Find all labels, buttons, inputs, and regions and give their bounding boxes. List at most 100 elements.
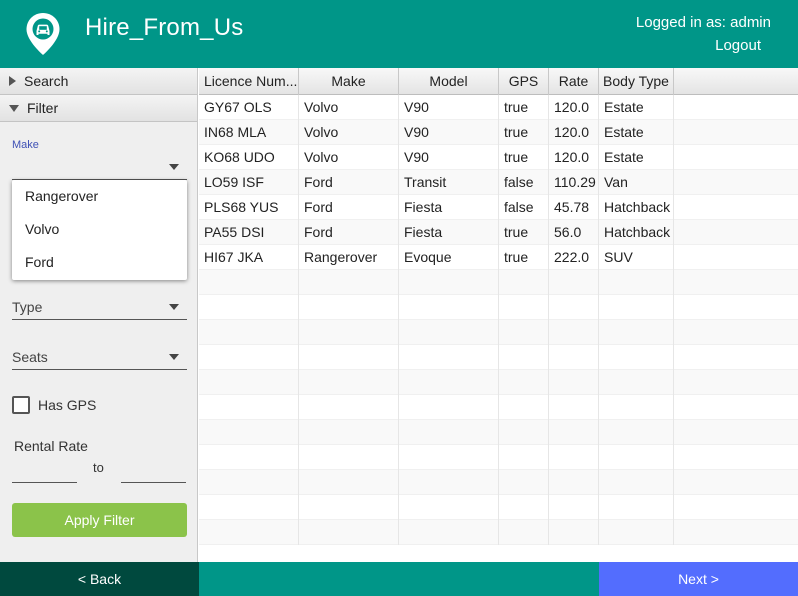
table-row[interactable]: GY67 OLS Volvo V90 true 120.0 Estate	[199, 95, 798, 120]
empty-table-row[interactable]	[199, 370, 798, 395]
table-cell	[299, 470, 399, 495]
empty-table-row[interactable]	[199, 295, 798, 320]
empty-table-row[interactable]	[199, 470, 798, 495]
apply-filter-button[interactable]: Apply Filter	[12, 503, 187, 537]
table-cell: true	[499, 220, 549, 245]
rate-min-input[interactable]	[12, 462, 77, 483]
table-row[interactable]: HI67 JKA Rangerover Evoque true 222.0 SUV	[199, 245, 798, 270]
table-cell: Volvo	[299, 95, 399, 120]
table-cell	[499, 395, 549, 420]
empty-table-row[interactable]	[199, 495, 798, 520]
table-cell	[299, 495, 399, 520]
table-cell: true	[499, 120, 549, 145]
empty-table-row[interactable]	[199, 270, 798, 295]
has-gps-checkbox[interactable]: Has GPS	[12, 396, 96, 414]
make-option-volvo[interactable]: Volvo	[12, 213, 187, 246]
table-cell	[599, 295, 674, 320]
next-button[interactable]: Next >	[599, 562, 798, 596]
table-cell	[499, 295, 549, 320]
table-cell: 56.0	[549, 220, 599, 245]
make-option-rangerover[interactable]: Rangerover	[12, 180, 187, 213]
table-cell: PA55 DSI	[199, 220, 299, 245]
chevron-down-icon	[169, 354, 179, 360]
empty-table-row[interactable]	[199, 395, 798, 420]
table-cell: V90	[399, 95, 499, 120]
table-cell	[549, 270, 599, 295]
table-row[interactable]: KO68 UDO Volvo V90 true 120.0 Estate	[199, 145, 798, 170]
table-cell	[299, 295, 399, 320]
column-header-body-type[interactable]: Body Type	[599, 68, 674, 95]
back-button[interactable]: < Back	[0, 562, 199, 596]
table-cell: false	[499, 170, 549, 195]
table-cell	[599, 345, 674, 370]
make-option-ford[interactable]: Ford	[12, 246, 187, 279]
table-body: GY67 OLS Volvo V90 true 120.0 Estate IN68 MLA V…	[199, 95, 798, 545]
table-cell: KO68 UDO	[199, 145, 299, 170]
table-cell	[399, 370, 499, 395]
table-row[interactable]: LO59 ISF Ford Transit false 110.29 Van	[199, 170, 798, 195]
empty-table-row[interactable]	[199, 445, 798, 470]
table-cell: Hatchback	[599, 220, 674, 245]
table-cell	[299, 420, 399, 445]
table-cell: true	[499, 95, 549, 120]
table-cell	[299, 445, 399, 470]
table-cell	[499, 420, 549, 445]
table-row[interactable]: IN68 MLA Volvo V90 true 120.0 Estate	[199, 120, 798, 145]
seats-select-label: Seats	[12, 349, 48, 365]
table-cell	[599, 370, 674, 395]
table-cell: Ford	[299, 170, 399, 195]
search-accordion-title[interactable]: Search	[0, 68, 197, 95]
table-cell: 120.0	[549, 145, 599, 170]
filter-accordion-title[interactable]: Filter	[0, 95, 197, 122]
table-cell	[199, 395, 299, 420]
car-location-pin-icon	[26, 13, 60, 55]
table-cell	[199, 320, 299, 345]
seats-select[interactable]: Seats	[12, 344, 187, 370]
table-cell	[499, 370, 549, 395]
table-cell	[549, 470, 599, 495]
column-header-make[interactable]: Make	[299, 68, 399, 95]
make-dropdown-list: Rangerover Volvo Ford	[12, 180, 187, 280]
empty-table-row[interactable]	[199, 420, 798, 445]
empty-table-row[interactable]	[199, 320, 798, 345]
chevron-down-icon	[169, 304, 179, 310]
app-header: Hire_From_Us Logged in as: admin Logout	[0, 0, 798, 68]
table-cell	[499, 495, 549, 520]
table-cell	[299, 270, 399, 295]
table-cell: PLS68 YUS	[199, 195, 299, 220]
checkbox-icon[interactable]	[12, 396, 30, 414]
empty-table-row[interactable]	[199, 520, 798, 545]
make-select[interactable]	[12, 154, 187, 180]
table-cell	[399, 420, 499, 445]
has-gps-label: Has GPS	[38, 397, 97, 413]
table-cell	[299, 345, 399, 370]
footer-bar: < Back Next >	[0, 562, 798, 596]
chevron-down-icon	[169, 164, 179, 170]
table-cell	[199, 420, 299, 445]
empty-table-row[interactable]	[199, 345, 798, 370]
table-cell	[399, 345, 499, 370]
column-header-licence[interactable]: Licence Num...	[199, 68, 299, 95]
table-cell	[199, 445, 299, 470]
table-cell	[599, 270, 674, 295]
table-cell	[399, 470, 499, 495]
table-cell	[549, 445, 599, 470]
column-header-rate[interactable]: Rate	[549, 68, 599, 95]
table-cell	[299, 395, 399, 420]
table-cell: Fiesta	[399, 195, 499, 220]
table-cell	[499, 270, 549, 295]
table-cell: Ford	[299, 220, 399, 245]
table-cell: Evoque	[399, 245, 499, 270]
table-row[interactable]: PLS68 YUS Ford Fiesta false 45.78 Hatchback	[199, 195, 798, 220]
table-cell	[599, 445, 674, 470]
table-cell	[399, 295, 499, 320]
logout-link[interactable]: Logout	[715, 37, 761, 54]
table-cell: Hatchback	[599, 195, 674, 220]
column-header-gps[interactable]: GPS	[499, 68, 549, 95]
table-cell	[499, 470, 549, 495]
table-row[interactable]: PA55 DSI Ford Fiesta true 56.0 Hatchback	[199, 220, 798, 245]
type-select[interactable]: Type	[12, 294, 187, 320]
column-header-model[interactable]: Model	[399, 68, 499, 95]
rate-max-input[interactable]	[121, 462, 186, 483]
table-cell: Estate	[599, 95, 674, 120]
